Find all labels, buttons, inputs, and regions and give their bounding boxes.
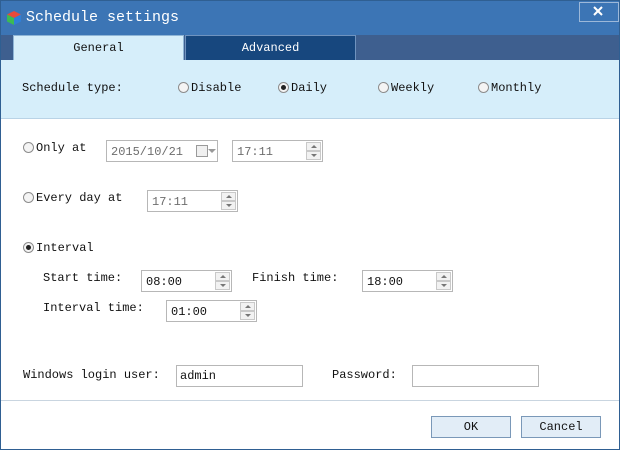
close-button[interactable] [579,2,619,22]
radio-weekly-label: Weekly [391,81,435,95]
spin-down-button[interactable] [215,281,230,290]
login-user-label: Windows login user: [23,368,160,382]
interval-time-value: 01:00 [171,305,208,319]
spin-up-button[interactable] [215,272,230,281]
radio-interval-indicator [23,242,34,253]
spin-up-button[interactable] [306,142,321,151]
start-time-value: 08:00 [146,275,183,289]
interval-time-label: Interval time: [43,301,144,315]
only-at-time-field[interactable]: 17:11 [232,140,323,162]
spin-down-button[interactable] [306,151,321,160]
radio-disable-indicator [178,82,189,93]
radio-disable-label: Disable [191,81,242,95]
spin-up-button[interactable] [221,192,236,201]
date-checkbox-icon [196,145,208,157]
password-field[interactable] [412,365,539,387]
schedule-type-panel: Schedule type: Disable Daily Weekly Mont… [1,60,619,119]
schedule-settings-dialog: Schedule settings General Advanced Sched… [0,0,620,450]
radio-daily-indicator [278,82,289,93]
radio-every-day-at-indicator [23,192,34,203]
close-icon [593,6,603,16]
password-input[interactable] [413,366,538,386]
start-time-field[interactable]: 08:00 [141,270,232,292]
interval-time-field[interactable]: 01:00 [166,300,257,322]
start-time-label: Start time: [43,271,123,285]
password-label: Password: [332,368,397,382]
chevron-down-icon [208,149,216,153]
radio-weekly-indicator [378,82,389,93]
finish-time-value: 18:00 [367,275,404,289]
only-at-time-spinner [306,142,321,160]
title-bar[interactable]: Schedule settings [1,1,619,35]
login-user-field[interactable] [176,365,303,387]
start-time-spinner [215,272,230,290]
ok-button[interactable]: OK [431,416,511,438]
login-user-input[interactable] [177,366,302,386]
finish-time-spinner [436,272,451,290]
every-day-time-spinner [221,192,236,210]
radio-monthly-label: Monthly [491,81,542,95]
only-at-date-value: 2015/10/21 [111,145,184,159]
radio-only-at-label: Only at [36,141,87,155]
tab-strip: General Advanced [1,35,619,61]
every-day-time-field[interactable]: 17:11 [147,190,238,212]
radio-every-day-at-label: Every day at [36,191,123,205]
interval-time-spinner [240,302,255,320]
finish-time-field[interactable]: 18:00 [362,270,453,292]
footer-divider [1,400,619,401]
spin-down-button[interactable] [240,311,255,320]
tab-general[interactable]: General [13,35,184,61]
date-dropdown-button[interactable] [194,143,216,159]
spin-down-button[interactable] [221,201,236,210]
every-day-time-value: 17:11 [152,195,189,209]
spin-up-button[interactable] [240,302,255,311]
radio-only-at-indicator [23,142,34,153]
cancel-button[interactable]: Cancel [521,416,601,438]
tab-advanced[interactable]: Advanced [185,35,356,60]
only-at-time-value: 17:11 [237,145,274,159]
app-cube-icon [7,11,21,25]
finish-time-label: Finish time: [252,271,339,285]
spin-down-button[interactable] [436,281,451,290]
radio-interval-label: Interval [36,241,94,255]
radio-daily-label: Daily [291,81,328,95]
schedule-type-label: Schedule type: [22,81,123,95]
spin-up-button[interactable] [436,272,451,281]
window-title: Schedule settings [26,9,180,26]
radio-monthly-indicator [478,82,489,93]
only-at-date-picker[interactable]: 2015/10/21 [106,140,218,162]
